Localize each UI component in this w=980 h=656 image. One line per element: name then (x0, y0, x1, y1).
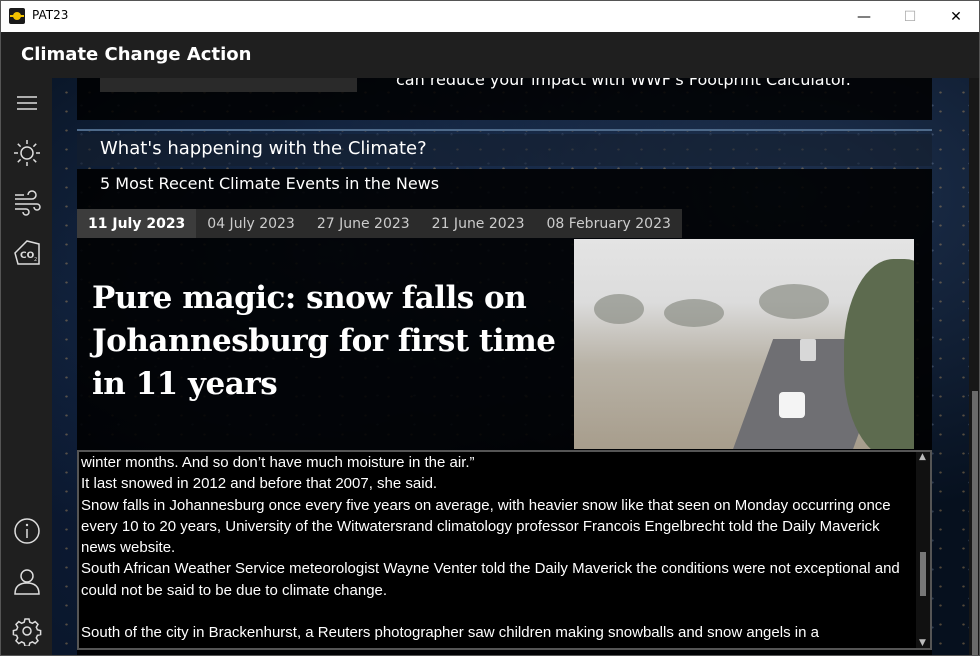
window-titlebar: PAT23 — ☐ ✕ (1, 1, 979, 32)
svg-text:2: 2 (34, 257, 37, 263)
date-tabs: 11 July 2023 04 July 2023 27 June 2023 2… (77, 209, 682, 238)
article-headline: Pure magic: snow falls on Johannesburg f… (92, 280, 556, 402)
app-logo-icon (9, 8, 25, 24)
maximize-button[interactable]: ☐ (887, 1, 933, 32)
tab-27-june-2023[interactable]: 27 June 2023 (305, 209, 421, 238)
tab-04-july-2023[interactable]: 04 July 2023 (196, 209, 306, 238)
user-icon (13, 569, 40, 595)
footprint-card: can reduce your impact with WWF's Footpr… (77, 78, 932, 120)
page-scroll-thumb[interactable] (972, 391, 978, 655)
news-panel: 5 Most Recent Climate Events in the News… (77, 169, 932, 655)
article-photo (574, 239, 914, 449)
article-paragraph (81, 601, 916, 622)
wind-icon (14, 190, 41, 216)
hamburger-menu-icon (16, 96, 37, 110)
settings-nav-button[interactable] (1, 609, 52, 653)
wind-nav-button[interactable] (1, 181, 52, 225)
section-divider (77, 129, 932, 131)
tab-08-february-2023[interactable]: 08 February 2023 (535, 209, 682, 238)
main-content[interactable]: can reduce your impact with WWF's Footpr… (52, 78, 969, 655)
article-scroll-thumb[interactable] (920, 552, 926, 596)
weather-nav-button[interactable] (1, 131, 52, 175)
tab-11-july-2023[interactable]: 11 July 2023 (77, 209, 197, 238)
about-nav-button[interactable] (1, 509, 52, 553)
section-title: What's happening with the Climate? (100, 138, 427, 159)
article-paragraph: winter months. And so don’t have much mo… (81, 454, 475, 471)
co2-nav-button[interactable]: CO 2 (1, 231, 52, 275)
svg-text:CO: CO (20, 251, 35, 261)
app-header: Climate Change Action (1, 32, 979, 78)
article-scrollbar[interactable]: ▲ ▼ (916, 452, 930, 648)
scroll-up-icon[interactable]: ▲ (919, 452, 926, 462)
news-panel-title: 5 Most Recent Climate Events in the News (100, 174, 440, 193)
info-icon (13, 518, 40, 544)
climate-section-header: What's happening with the Climate? (77, 134, 932, 166)
article-paragraph: Snow falls in Johannesburg once every fi… (81, 496, 891, 557)
page-scrollbar[interactable] (969, 78, 979, 655)
card-image (100, 78, 357, 92)
app-title: Climate Change Action (21, 44, 252, 65)
article-paragraph: South African Weather Service meteorolog… (81, 560, 900, 599)
article-text-area[interactable]: winter months. And so don’t have much mo… (77, 450, 932, 650)
account-nav-button[interactable] (1, 559, 52, 603)
close-button[interactable]: ✕ (933, 1, 979, 32)
scroll-down-icon[interactable]: ▼ (919, 638, 926, 648)
sun-icon (13, 140, 40, 166)
minimize-button[interactable]: — (841, 1, 887, 32)
window-title: PAT23 (32, 8, 69, 22)
tab-21-june-2023[interactable]: 21 June 2023 (420, 209, 536, 238)
settings-gear-icon (12, 618, 41, 646)
navigation-rail: CO 2 (1, 78, 52, 655)
hamburger-menu-button[interactable] (1, 81, 52, 125)
app-window: PAT23 — ☐ ✕ Climate Change Action CO 2 c… (0, 0, 980, 656)
article-body: winter months. And so don’t have much mo… (81, 452, 916, 644)
article-paragraph: It last snowed in 2012 and before that 2… (81, 475, 438, 493)
footprint-text: can reduce your impact with WWF's Footpr… (396, 78, 851, 89)
article-paragraph: South of the city in Brackenhurst, a Reu… (81, 624, 819, 642)
co2-icon: CO 2 (13, 240, 40, 265)
